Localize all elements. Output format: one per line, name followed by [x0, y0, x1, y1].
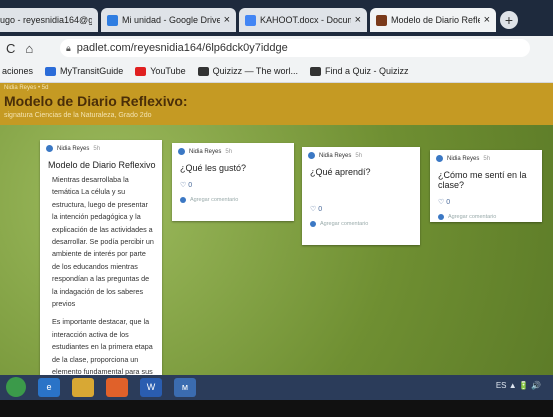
youtube-icon — [135, 66, 147, 76]
screen: ugo - reyesnidia164@gm Mi unidad - Googl… — [0, 0, 553, 400]
close-icon[interactable]: × — [224, 14, 230, 26]
quizizz-icon — [309, 66, 321, 76]
avatar — [46, 145, 53, 152]
bookmark-label: MyTransitGuide — [60, 66, 124, 76]
bookmark-label: Find a Quiz - Quizizz — [324, 66, 409, 76]
system-tray[interactable]: ES ▲ 🔋 🔊 — [496, 381, 541, 390]
new-tab-button[interactable]: + — [500, 11, 518, 29]
padlet-wall: Nidia Reyes 5h Modelo de Diario Reflexiv… — [0, 125, 553, 375]
bookmark-label: aciones — [2, 66, 34, 76]
like-button[interactable]: ♡ 0 — [310, 205, 420, 213]
post-title: ¿Qué les gustó? — [180, 163, 247, 173]
post-card-diario[interactable]: Nidia Reyes 5h Modelo de Diario Reflexiv… — [40, 140, 162, 375]
bookmarks-bar: aciones MyTransitGuide YouTube Quizizz —… — [0, 60, 553, 83]
tab-padlet[interactable]: Modelo de Diario Reflexivo × — [370, 8, 496, 32]
quizizz-icon — [197, 66, 209, 76]
author-name: Nidia Reyes — [319, 152, 352, 159]
tab-1-title: ugo - reyesnidia164@gm — [0, 15, 92, 25]
post-body: Mientras desarrollaba la temática La cél… — [52, 174, 154, 375]
reload-icon[interactable]: C — [6, 41, 15, 56]
tab-1[interactable]: ugo - reyesnidia164@gm — [0, 8, 98, 32]
post-card-como-me-senti[interactable]: Nidia Reyes 5h ¿Cómo me sentí en la clas… — [430, 150, 542, 222]
tab-3-title: KAHOOT.docx - Documento — [260, 15, 351, 25]
like-button[interactable]: ♡ 0 — [180, 181, 294, 189]
avatar — [436, 155, 443, 162]
post-card-que-aprendi[interactable]: Nidia Reyes 5h ¿Qué aprendí? ♡ 0 Agregar… — [302, 147, 420, 245]
page-subtitle: signatura Ciencias de la Naturaleza, Gra… — [4, 112, 152, 119]
post-author: Nidia Reyes 5h — [178, 148, 294, 155]
like-count: 0 — [446, 199, 451, 206]
word-icon[interactable]: W — [140, 378, 162, 397]
page-title: Modelo de Diario Reflexivo: — [4, 93, 188, 109]
post-title: ¿Qué aprendí? — [310, 167, 371, 177]
like-count: 0 — [318, 206, 323, 213]
tab-kahoot-doc[interactable]: KAHOOT.docx - Documento × — [239, 8, 367, 32]
avatar — [180, 197, 186, 203]
avatar — [308, 152, 315, 159]
breadcrumb: Nidia Reyes • 5d — [4, 85, 49, 91]
like-count: 0 — [188, 182, 193, 189]
url-field[interactable]: 🔒︎ padlet.com/reyesnidia164/6lp6dck0y7id… — [60, 39, 530, 57]
author-name: Nidia Reyes — [447, 155, 480, 162]
post-title: ¿Cómo me sentí en la clase? — [438, 170, 527, 190]
bus-icon — [45, 66, 57, 76]
comment-field[interactable]: Agregar comentario — [310, 221, 420, 227]
docs-icon — [245, 14, 256, 26]
post-author: Nidia Reyes 5h — [436, 155, 542, 162]
close-icon[interactable]: × — [355, 14, 361, 26]
padlet-icon — [376, 14, 387, 26]
windows-taskbar: e W ᴍ ES ▲ 🔋 🔊 — [0, 375, 553, 400]
drive-icon — [107, 14, 118, 26]
tab-strip: ugo - reyesnidia164@gm Mi unidad - Googl… — [0, 0, 553, 36]
post-title: Modelo de Diario Reflexivo — [48, 160, 156, 170]
avatar — [438, 214, 444, 220]
like-button[interactable]: ♡ 0 — [438, 198, 542, 206]
app-icon[interactable]: ᴍ — [174, 378, 196, 397]
post-time: 5h — [483, 155, 491, 162]
tab-2-title: Mi unidad - Google Drive — [122, 15, 220, 25]
post-time: 5h — [355, 152, 363, 159]
media-player-icon[interactable] — [106, 378, 128, 397]
post-author: Nidia Reyes 5h — [46, 145, 162, 152]
ie-icon[interactable]: e — [38, 378, 60, 397]
tab-4-title: Modelo de Diario Reflexivo — [391, 15, 480, 25]
comment-placeholder: Agregar comentario — [320, 221, 369, 227]
folder-icon[interactable] — [72, 378, 94, 397]
tab-google-drive[interactable]: Mi unidad - Google Drive × — [101, 8, 236, 32]
post-time: 5h — [93, 145, 101, 152]
padlet-header: Nidia Reyes • 5d Modelo de Diario Reflex… — [0, 83, 553, 125]
post-author: Nidia Reyes 5h — [308, 152, 420, 159]
comment-placeholder: Agregar comentario — [190, 197, 239, 203]
post-paragraph: Es importante destacar, que la interacci… — [52, 317, 153, 375]
address-bar-row: C ⌂ 🔒︎ padlet.com/reyesnidia164/6lp6dck0… — [0, 36, 553, 60]
lock-icon: 🔒︎ — [66, 42, 71, 53]
bookmark-quizizz[interactable]: Quizizz — The worl... — [197, 66, 298, 76]
bookmark-label: Quizizz — The worl... — [212, 66, 298, 76]
close-icon[interactable]: × — [484, 14, 490, 26]
avatar — [310, 221, 316, 227]
post-paragraph: Mientras desarrollaba la temática La cél… — [52, 175, 154, 309]
post-card-que-les-gusto[interactable]: Nidia Reyes 5h ¿Qué les gustó? ♡ 0 Agreg… — [172, 143, 294, 221]
post-time: 5h — [225, 148, 233, 155]
home-icon[interactable]: ⌂ — [25, 41, 33, 56]
bookmark-label: YouTube — [150, 66, 186, 76]
url-text: padlet.com/reyesnidia164/6lp6dck0y7iddge — [76, 42, 288, 54]
comment-field[interactable]: Agregar comentario — [438, 214, 542, 220]
author-name: Nidia Reyes — [189, 148, 222, 155]
bookmark-youtube[interactable]: YouTube — [135, 66, 186, 76]
bookmark-find-quiz[interactable]: Find a Quiz - Quizizz — [309, 66, 409, 76]
comment-field[interactable]: Agregar comentario — [180, 197, 294, 203]
bookmark-mytransitguide[interactable]: MyTransitGuide — [45, 66, 123, 76]
avatar — [178, 148, 185, 155]
author-name: Nidia Reyes — [57, 145, 90, 152]
bookmark-apps[interactable]: aciones — [2, 66, 33, 76]
comment-placeholder: Agregar comentario — [448, 214, 497, 220]
start-button[interactable] — [6, 377, 26, 397]
